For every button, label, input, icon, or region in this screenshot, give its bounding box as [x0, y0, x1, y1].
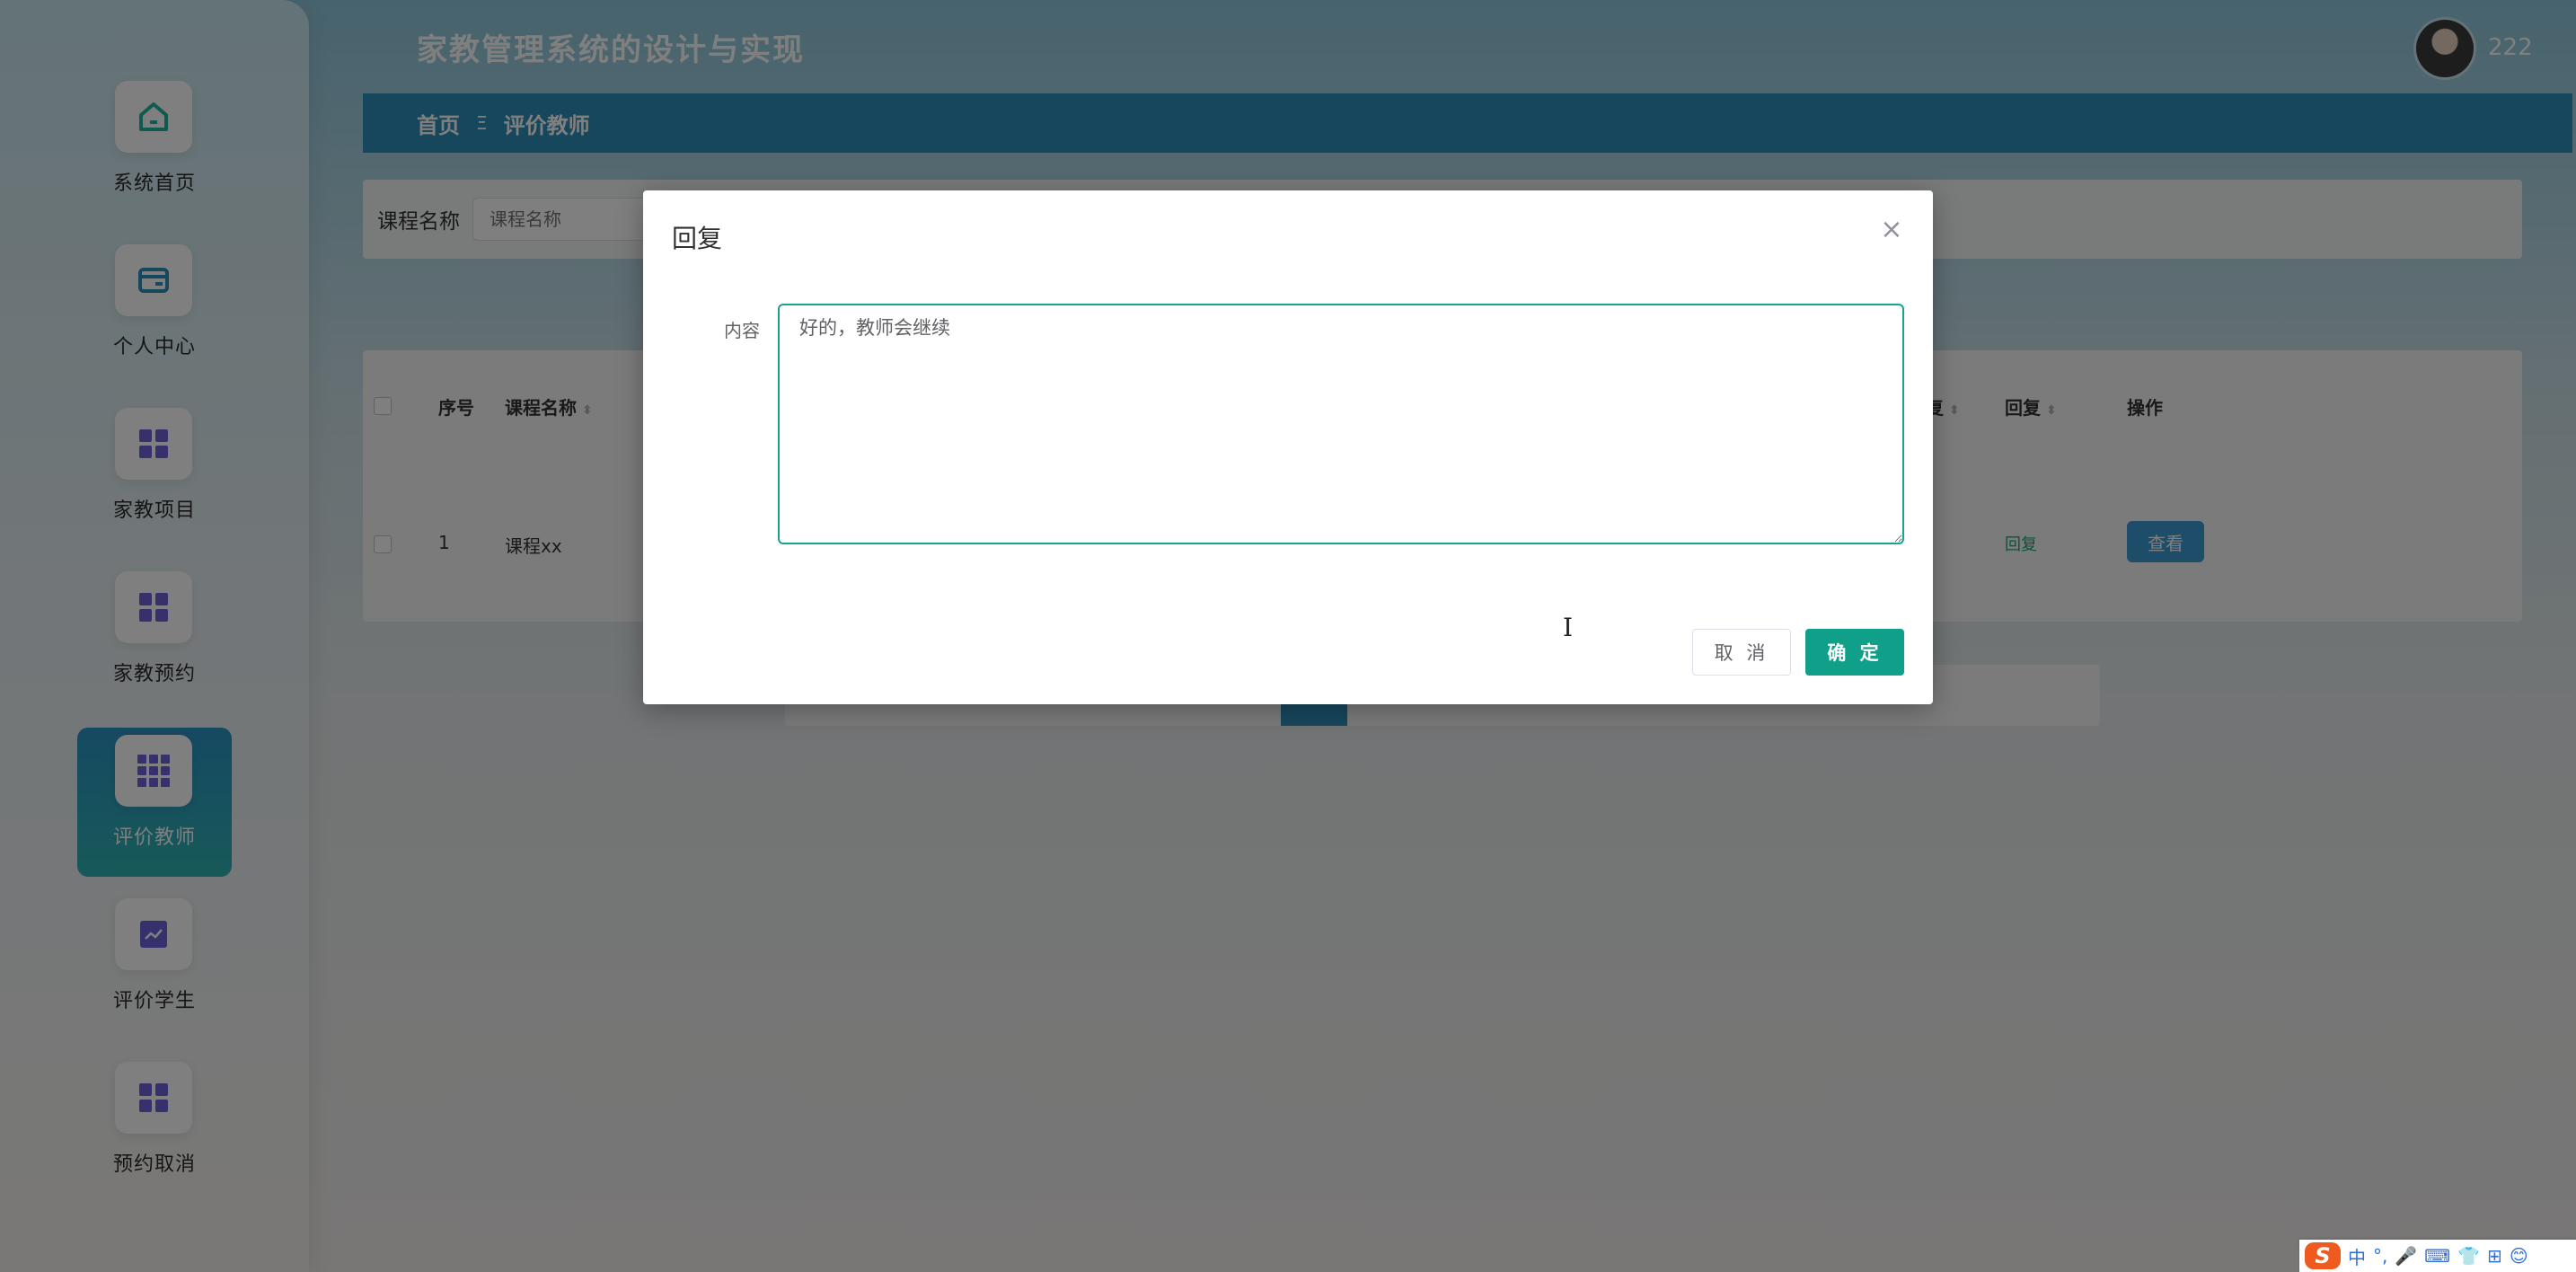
ime-chinese-mode[interactable]: 中	[2348, 1243, 2366, 1269]
text-cursor-icon: I	[1563, 613, 1574, 642]
ime-logo-icon[interactable]: S	[2305, 1242, 2341, 1269]
ime-skin-icon[interactable]: 👕	[2457, 1245, 2480, 1267]
ime-punctuation-icon[interactable]: °,	[2373, 1245, 2387, 1267]
confirm-button[interactable]: 确 定	[1805, 629, 1904, 676]
close-icon[interactable]: ×	[1877, 216, 1906, 244]
ime-emoji-icon[interactable]: 😊	[2510, 1245, 2528, 1267]
dialog-title: 回复	[672, 224, 723, 253]
ime-keyboard-icon[interactable]: ⌨	[2424, 1245, 2450, 1267]
cancel-button[interactable]: 取 消	[1692, 629, 1791, 676]
content-label: 内容	[724, 320, 760, 341]
reply-content-textarea[interactable]: 好的，教师会继续	[778, 304, 1904, 544]
ime-toolbox-icon[interactable]: ⊞	[2487, 1245, 2502, 1267]
ime-voice-icon[interactable]: 🎤	[2395, 1245, 2417, 1267]
reply-dialog: 回复 × 内容 好的，教师会继续 I 取 消 确 定	[643, 190, 1933, 704]
ime-toolbar: S 中 °, 🎤 ⌨ 👕 ⊞ 😊	[2299, 1240, 2576, 1272]
